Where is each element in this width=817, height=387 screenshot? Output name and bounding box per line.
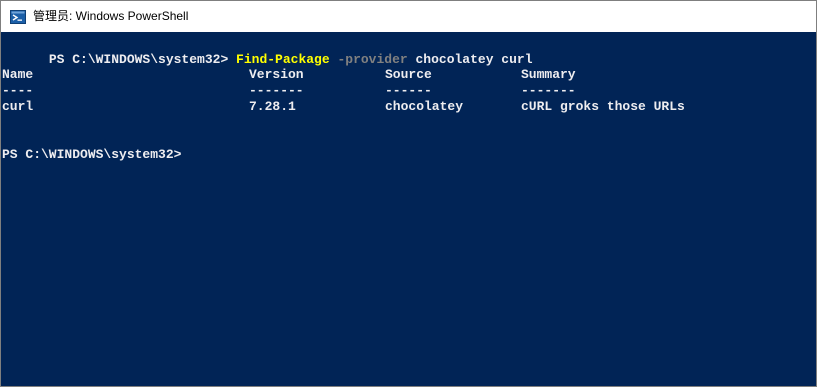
- column-underline-summary: -------: [521, 83, 576, 98]
- column-header-version: Version: [249, 67, 304, 82]
- current-prompt-line: PS C:\WINDOWS\system32>: [2, 147, 182, 162]
- cell-version: 7.28.1: [249, 99, 296, 114]
- table-header-row: Name Version Source Summary: [2, 67, 576, 83]
- command-parameter: -provider: [329, 52, 408, 67]
- command-name: Find-Package: [236, 52, 330, 67]
- table-row: curl 7.28.1 chocolatey cURL groks those …: [2, 99, 685, 115]
- title-bar[interactable]: 管理员: Windows PowerShell: [1, 1, 816, 32]
- column-underline-source: ------: [385, 83, 432, 98]
- command-arguments: chocolatey curl: [407, 52, 533, 67]
- window-title: 管理员: Windows PowerShell: [33, 9, 189, 23]
- column-underline-version: -------: [249, 83, 304, 98]
- console-area[interactable]: PS C:\WINDOWS\system32> Find-Package -pr…: [1, 32, 816, 386]
- prompt-text: PS C:\WINDOWS\system32>: [48, 52, 237, 67]
- cell-name: curl: [2, 99, 34, 114]
- column-header-summary: Summary: [521, 67, 576, 82]
- command-line: PS C:\WINDOWS\system32> Find-Package -pr…: [2, 36, 533, 67]
- table-underline-row: ---- ------- ------ -------: [2, 83, 576, 99]
- column-underline-name: ----: [2, 83, 34, 98]
- column-header-name: Name: [2, 67, 34, 82]
- cell-summary: cURL groks those URLs: [521, 99, 685, 114]
- column-header-source: Source: [385, 67, 432, 82]
- powershell-icon: [10, 10, 26, 24]
- powershell-window: 管理员: Windows PowerShell PS C:\WINDOWS\sy…: [0, 0, 817, 387]
- cell-source: chocolatey: [385, 99, 464, 114]
